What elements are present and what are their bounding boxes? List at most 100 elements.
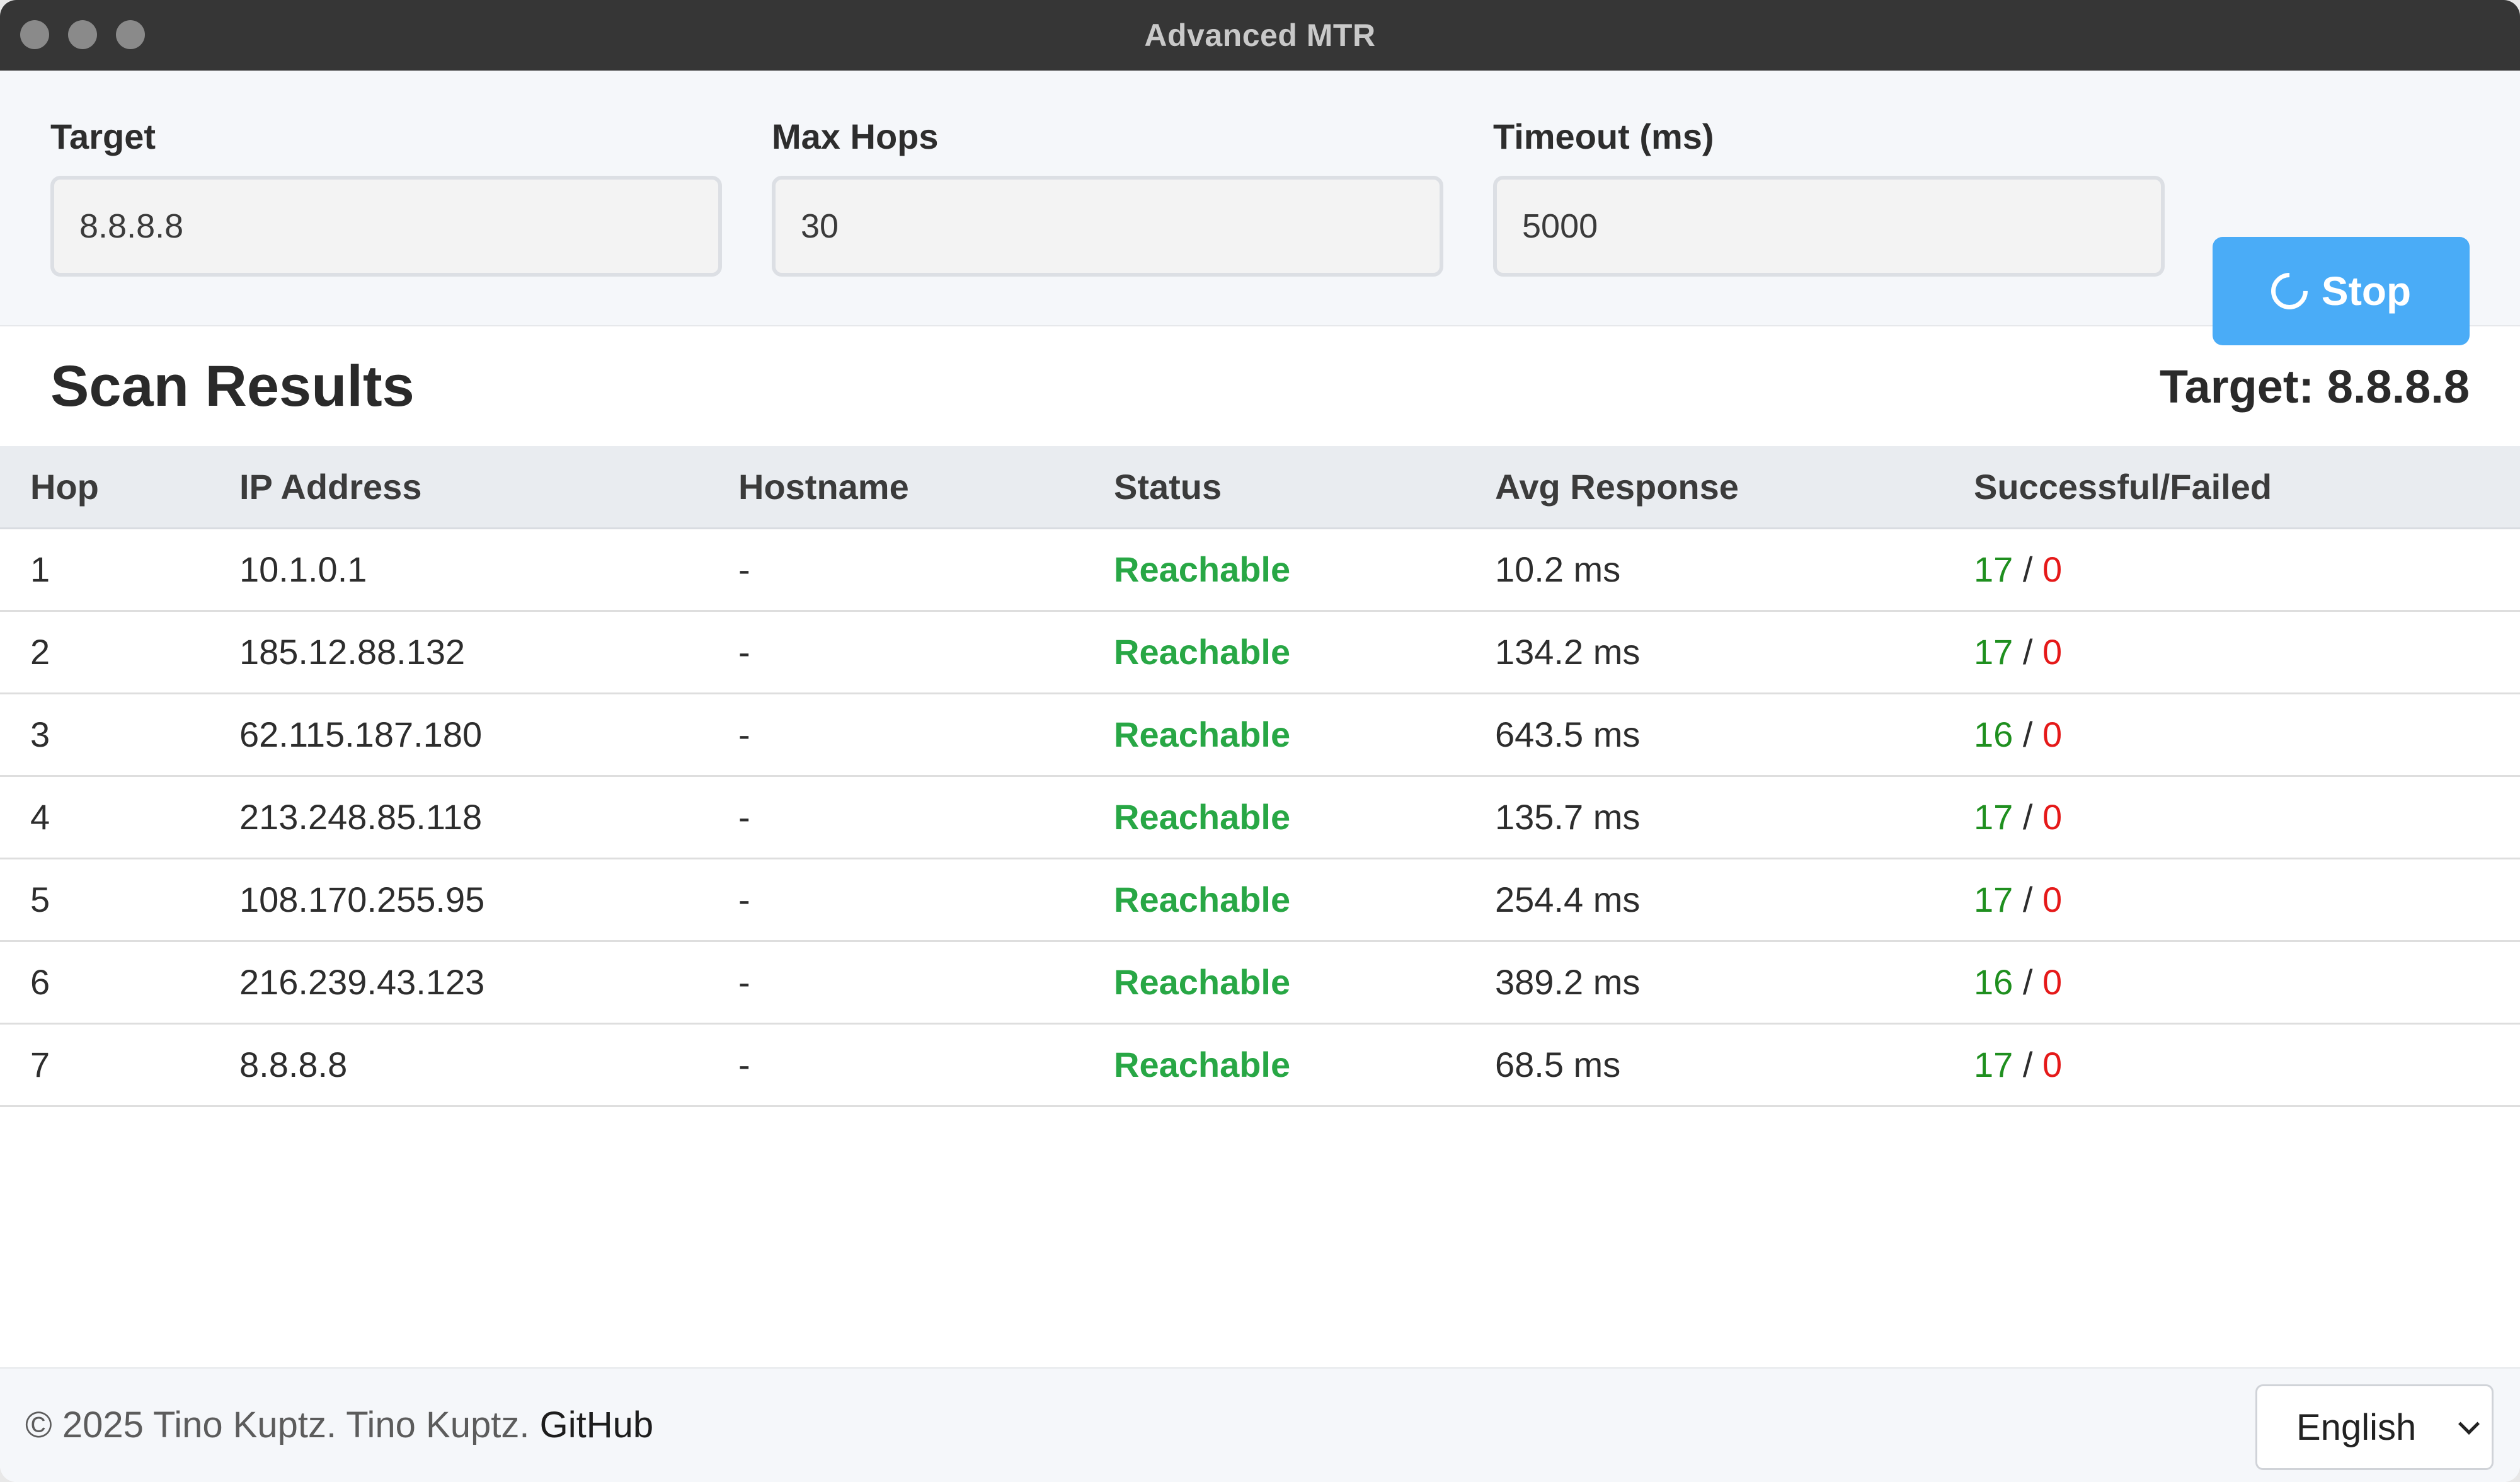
success-failed-cell: 16 / 0 bbox=[1974, 941, 2520, 1025]
target-field: Target bbox=[50, 116, 722, 277]
success-failed-cell: 17 / 0 bbox=[1974, 611, 2520, 694]
hop-cell: 5 bbox=[0, 858, 239, 942]
window-title: Advanced MTR bbox=[1144, 18, 1376, 53]
close-window-button[interactable] bbox=[20, 20, 49, 49]
successful-count: 17 bbox=[1974, 1045, 2013, 1084]
status-cell: Reachable bbox=[1114, 1023, 1495, 1107]
table-row: 4 213.248.85.118 - Reachable 135.7 ms 17… bbox=[0, 776, 2520, 859]
title-bar: Advanced MTR bbox=[0, 0, 2520, 71]
results-header: Scan Results Target: 8.8.8.8 bbox=[0, 326, 2520, 446]
language-value: English bbox=[2296, 1406, 2417, 1448]
failed-count: 0 bbox=[2042, 715, 2063, 754]
column-header-status: Status bbox=[1114, 446, 1495, 529]
timeout-field: Timeout (ms) bbox=[1493, 116, 2165, 277]
success-failed-cell: 16 / 0 bbox=[1974, 693, 2520, 777]
results-table: Hop IP Address Hostname Status Avg Respo… bbox=[0, 446, 2520, 1107]
success-failed-cell: 17 / 0 bbox=[1974, 776, 2520, 859]
avg-response-cell: 135.7 ms bbox=[1495, 776, 1974, 859]
timeout-input[interactable] bbox=[1493, 176, 2165, 277]
results-target: Target: 8.8.8.8 bbox=[2159, 360, 2470, 413]
column-header-hostname: Hostname bbox=[738, 446, 1114, 529]
minimize-window-button[interactable] bbox=[68, 20, 97, 49]
hostname-cell: - bbox=[738, 1023, 1114, 1107]
avg-response-cell: 10.2 ms bbox=[1495, 528, 1974, 612]
hostname-cell: - bbox=[738, 776, 1114, 859]
avg-response-cell: 389.2 ms bbox=[1495, 941, 1974, 1025]
hop-cell: 1 bbox=[0, 528, 239, 612]
successful-count: 17 bbox=[1974, 549, 2013, 589]
failed-count: 0 bbox=[2042, 962, 2063, 1002]
avg-response-cell: 254.4 ms bbox=[1495, 858, 1974, 942]
table-row: 2 185.12.88.132 - Reachable 134.2 ms 17 … bbox=[0, 611, 2520, 694]
hop-cell: 7 bbox=[0, 1023, 239, 1107]
status-cell: Reachable bbox=[1114, 941, 1495, 1025]
hostname-cell: - bbox=[738, 693, 1114, 777]
hostname-cell: - bbox=[738, 611, 1114, 694]
failed-count: 0 bbox=[2042, 797, 2063, 837]
status-cell: Reachable bbox=[1114, 776, 1495, 859]
successful-count: 16 bbox=[1974, 715, 2013, 754]
success-failed-cell: 17 / 0 bbox=[1974, 528, 2520, 612]
target-label: Target bbox=[50, 117, 156, 156]
failed-count: 0 bbox=[2042, 632, 2063, 672]
zoom-window-button[interactable] bbox=[116, 20, 145, 49]
target-input[interactable] bbox=[50, 176, 722, 277]
hop-cell: 4 bbox=[0, 776, 239, 859]
column-header-success-failed: Successful/Failed bbox=[1974, 446, 2520, 529]
successful-count: 17 bbox=[1974, 880, 2013, 919]
max-hops-field: Max Hops bbox=[772, 116, 1443, 277]
status-cell: Reachable bbox=[1114, 858, 1495, 942]
spinner-icon bbox=[2263, 265, 2315, 318]
window-controls bbox=[20, 20, 145, 49]
failed-count: 0 bbox=[2042, 880, 2063, 919]
success-failed-cell: 17 / 0 bbox=[1974, 858, 2520, 942]
table-row: 1 10.1.0.1 - Reachable 10.2 ms 17 / 0 bbox=[0, 528, 2520, 612]
table-row: 6 216.239.43.123 - Reachable 389.2 ms 16… bbox=[0, 941, 2520, 1025]
ip-cell: 216.239.43.123 bbox=[239, 941, 738, 1025]
ip-cell: 62.115.187.180 bbox=[239, 693, 738, 777]
app-window: Advanced MTR Target Max Hops Timeout (ms… bbox=[0, 0, 2520, 1482]
ip-cell: 185.12.88.132 bbox=[239, 611, 738, 694]
scan-controls: Target Max Hops Timeout (ms) Stop bbox=[0, 71, 2520, 345]
successful-count: 16 bbox=[1974, 962, 2013, 1002]
results-title: Scan Results bbox=[50, 353, 415, 418]
ip-cell: 108.170.255.95 bbox=[239, 858, 738, 942]
table-row: 5 108.170.255.95 - Reachable 254.4 ms 17… bbox=[0, 858, 2520, 942]
failed-count: 0 bbox=[2042, 1045, 2063, 1084]
status-cell: Reachable bbox=[1114, 528, 1495, 612]
successful-count: 17 bbox=[1974, 797, 2013, 837]
language-select[interactable]: English bbox=[2255, 1384, 2494, 1470]
hop-cell: 3 bbox=[0, 693, 239, 777]
avg-response-cell: 643.5 ms bbox=[1495, 693, 1974, 777]
chevron-down-icon bbox=[2458, 1413, 2480, 1435]
max-hops-input[interactable] bbox=[772, 176, 1443, 277]
copyright-label: © 2025 Tino Kuptz. Tino Kuptz. bbox=[25, 1404, 530, 1445]
ip-cell: 213.248.85.118 bbox=[239, 776, 738, 859]
timeout-label: Timeout (ms) bbox=[1493, 117, 1714, 156]
copyright-text: © 2025 Tino Kuptz. Tino Kuptz. GitHub bbox=[25, 1404, 653, 1446]
status-cell: Reachable bbox=[1114, 693, 1495, 777]
ip-cell: 10.1.0.1 bbox=[239, 528, 738, 612]
successful-count: 17 bbox=[1974, 632, 2013, 672]
failed-count: 0 bbox=[2042, 549, 2063, 589]
hop-cell: 2 bbox=[0, 611, 239, 694]
hostname-cell: - bbox=[738, 941, 1114, 1025]
column-header-hop: Hop bbox=[0, 446, 239, 529]
column-header-avg-response: Avg Response bbox=[1495, 446, 1974, 529]
table-row: 7 8.8.8.8 - Reachable 68.5 ms 17 / 0 bbox=[0, 1023, 2520, 1107]
table-header-row: Hop IP Address Hostname Status Avg Respo… bbox=[0, 446, 2520, 529]
column-header-ip: IP Address bbox=[239, 446, 738, 529]
table-row: 3 62.115.187.180 - Reachable 643.5 ms 16… bbox=[0, 693, 2520, 777]
max-hops-label: Max Hops bbox=[772, 117, 939, 156]
success-failed-cell: 17 / 0 bbox=[1974, 1023, 2520, 1107]
hop-cell: 6 bbox=[0, 941, 239, 1025]
footer: © 2025 Tino Kuptz. Tino Kuptz. GitHub En… bbox=[0, 1367, 2520, 1482]
avg-response-cell: 68.5 ms bbox=[1495, 1023, 1974, 1107]
hostname-cell: - bbox=[738, 528, 1114, 612]
stop-button-label: Stop bbox=[2321, 268, 2412, 314]
ip-cell: 8.8.8.8 bbox=[239, 1023, 738, 1107]
status-cell: Reachable bbox=[1114, 611, 1495, 694]
avg-response-cell: 134.2 ms bbox=[1495, 611, 1974, 694]
github-link[interactable]: GitHub bbox=[540, 1404, 654, 1445]
hostname-cell: - bbox=[738, 858, 1114, 942]
